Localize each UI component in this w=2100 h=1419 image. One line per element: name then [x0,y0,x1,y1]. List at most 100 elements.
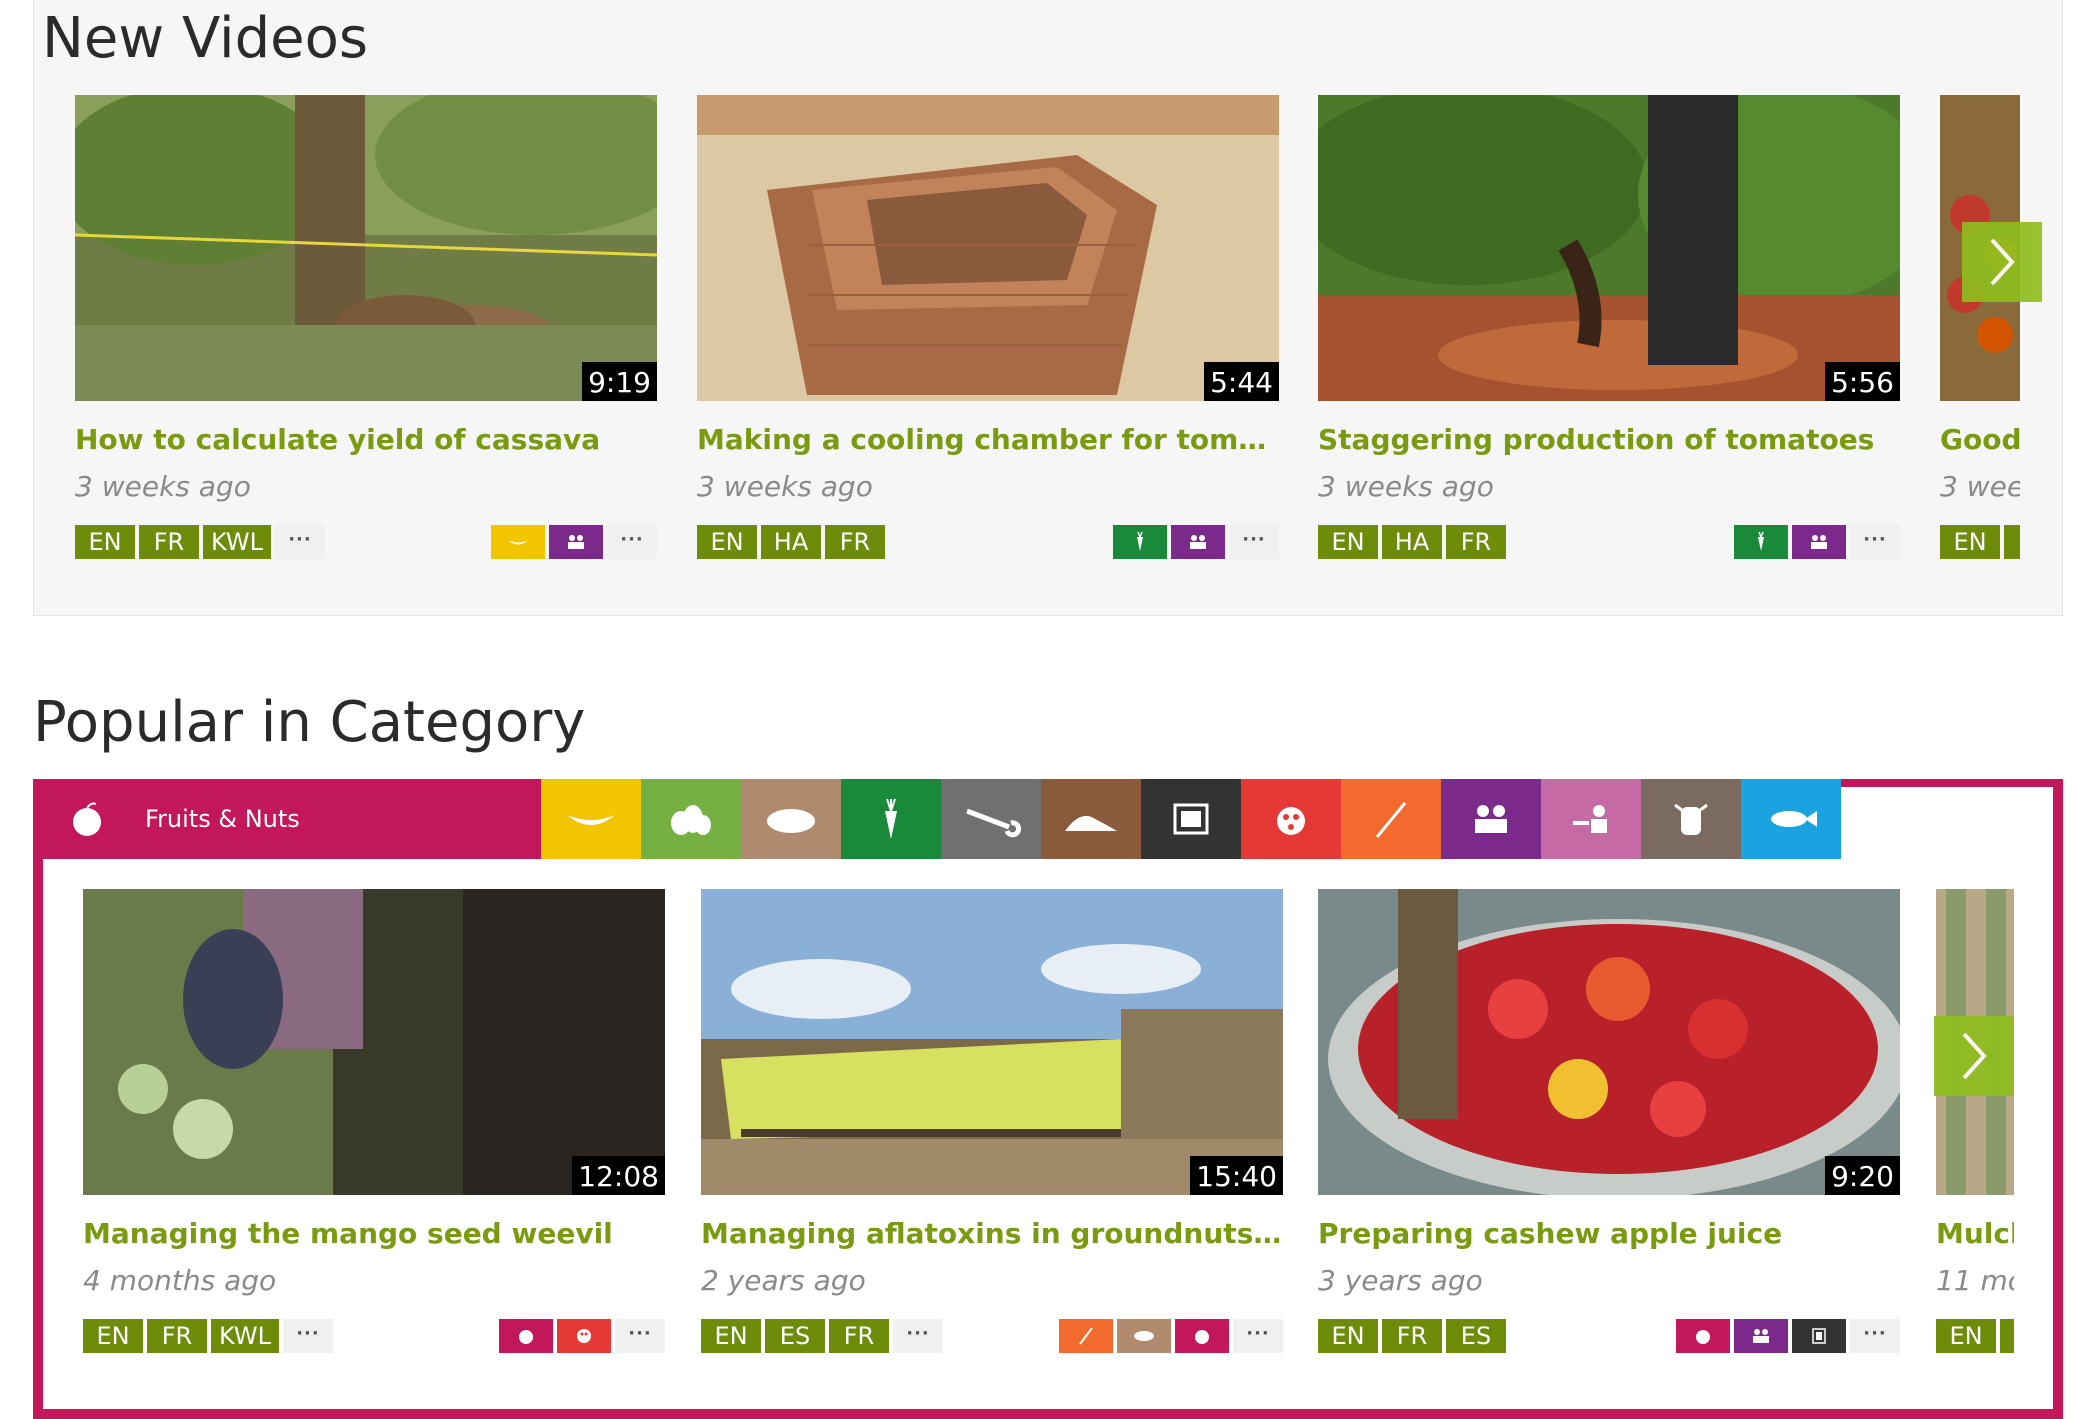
language-tag[interactable]: I [2000,1319,2014,1353]
category-tile-banana[interactable] [541,779,641,859]
category-tile-beans[interactable] [741,779,841,859]
video-title-link[interactable]: Staggering production of tomatoes [1318,423,1900,456]
category-tile-cereals[interactable] [1341,779,1441,859]
chevron-right-icon [1990,238,2015,286]
more-categories-button[interactable]: ··· [1850,525,1900,559]
language-tag[interactable]: EN [1318,1319,1378,1353]
language-tag[interactable]: FR [147,1319,207,1353]
category-tile-video[interactable] [1141,779,1241,859]
chevron-right-icon [1962,1032,1987,1080]
video-title-link[interactable]: Preparing cashew apple juice [1318,1217,1900,1250]
video-card[interactable]: 9:19 How to calculate yield of cassava 3… [75,95,657,561]
cow-icon [1674,803,1708,835]
video-duration: 5:56 [1825,362,1900,401]
more-categories-button[interactable]: ··· [1229,525,1279,559]
language-tag[interactable]: FR [825,525,885,559]
category-tags: ··· [499,1319,665,1353]
category-tile-garlic[interactable] [641,779,741,859]
language-tag[interactable]: FR [1446,525,1506,559]
category-tile-vegetables[interactable] [841,779,941,859]
video-tags: EN HA FR ··· [1318,525,1900,561]
language-tag[interactable]: EN [83,1319,143,1353]
video-card[interactable]: 12:08 Managing the mango seed weevil 4 m… [83,889,665,1355]
video-tags: EN FR KWL ··· ··· [75,525,657,561]
next-slide-button[interactable] [1962,222,2042,302]
language-tag[interactable]: EN [1318,525,1378,559]
video-thumbnail[interactable]: 9:20 [1318,889,1900,1195]
ladybug-icon[interactable] [557,1319,611,1353]
people-icon[interactable] [549,525,603,559]
language-tag[interactable]: EN [697,525,757,559]
apple-icon[interactable] [1175,1319,1229,1353]
bean-icon[interactable] [1117,1319,1171,1353]
next-slide-button[interactable] [1934,1016,2014,1096]
language-tag[interactable]: KWL [211,1319,279,1353]
category-tile-tools[interactable] [941,779,1041,859]
people-icon[interactable] [1734,1319,1788,1353]
video-card[interactable]: 5:44 Making a cooling chamber for tomato… [697,95,1279,561]
carrot-icon[interactable] [1113,525,1167,559]
video-card-partial[interactable]: Mulcl 11 mo EN I [1936,889,2014,1369]
language-tag[interactable]: EN [701,1319,761,1353]
language-tag[interactable]: FR [1382,1319,1442,1353]
video-thumbnail[interactable]: 5:56 [1318,95,1900,401]
category-tags: ··· [1059,1319,1283,1353]
video-title-link[interactable]: Mulcl [1936,1217,2014,1250]
video-title-link[interactable]: Making a cooling chamber for tomato… [697,423,1279,456]
category-tile-training[interactable] [1541,779,1641,859]
language-tag[interactable]: HA [761,525,821,559]
language-tag[interactable]: EN [1936,1319,1996,1353]
apple-icon[interactable] [1676,1319,1730,1353]
active-category-tab[interactable]: Fruits & Nuts [33,779,541,859]
thumbnail-image [75,95,657,401]
banana-icon[interactable] [491,525,545,559]
language-tag[interactable]: EN [1940,525,2000,559]
language-tag[interactable]: ES [765,1319,825,1353]
thumbnail-image [1318,95,1900,401]
language-tag[interactable]: FR [829,1319,889,1353]
language-tag[interactable]: I [2004,525,2020,559]
video-thumbnail[interactable]: 15:40 [701,889,1283,1195]
category-tags: ··· [1734,525,1900,559]
video-title-link[interactable]: Good [1940,423,2020,456]
people-icon[interactable] [1792,525,1846,559]
video-title-link[interactable]: How to calculate yield of cassava [75,423,657,456]
people-icon[interactable] [1171,525,1225,559]
video-duration: 9:20 [1825,1156,1900,1195]
category-tile-fish[interactable] [1741,779,1841,859]
more-categories-button[interactable]: ··· [615,1319,665,1353]
language-tag[interactable]: EN [75,525,135,559]
video-thumbnail[interactable]: 9:19 [75,95,657,401]
category-tab-bar: Fruits & Nuts [33,779,1841,859]
people-icon [1475,805,1507,833]
wheat-icon[interactable] [1059,1319,1113,1353]
category-tile-pests[interactable] [1241,779,1341,859]
language-tag[interactable]: ES [1446,1319,1506,1353]
language-tag[interactable]: KWL [203,525,271,559]
carrot-icon[interactable] [1734,525,1788,559]
more-languages-button[interactable]: ··· [893,1319,943,1353]
video-card[interactable]: 15:40 Managing aflatoxins in groundnuts … [701,889,1283,1355]
video-title-link[interactable]: Managing aflatoxins in groundnuts d… [701,1217,1283,1250]
more-categories-button[interactable]: ··· [607,525,657,559]
more-languages-button[interactable]: ··· [282,1319,333,1353]
apple-icon[interactable] [499,1319,553,1353]
more-categories-button[interactable]: ··· [1850,1319,1900,1353]
video-title-link[interactable]: Managing the mango seed weevil [83,1217,665,1250]
video-age: 3 weeks ago [75,470,251,503]
category-tile-livestock[interactable] [1641,779,1741,859]
category-tile-soil[interactable] [1041,779,1141,859]
language-tag[interactable]: FR [139,525,199,559]
video-thumbnail[interactable]: 5:44 [697,95,1279,401]
video-age: 2 years ago [701,1264,866,1297]
video-card[interactable]: 9:20 Preparing cashew apple juice 3 year… [1318,889,1900,1355]
more-languages-button[interactable]: ··· [274,525,325,559]
video-card[interactable]: 5:56 Staggering production of tomatoes 3… [1318,95,1900,561]
language-tag[interactable]: HA [1382,525,1442,559]
category-tile-community[interactable] [1441,779,1541,859]
more-categories-button[interactable]: ··· [1233,1319,1283,1353]
film-icon[interactable] [1792,1319,1846,1353]
video-card-partial[interactable]: Good 3 wee EN I [1940,95,2020,575]
video-age: 3 wee [1940,470,2020,503]
video-thumbnail[interactable]: 12:08 [83,889,665,1195]
